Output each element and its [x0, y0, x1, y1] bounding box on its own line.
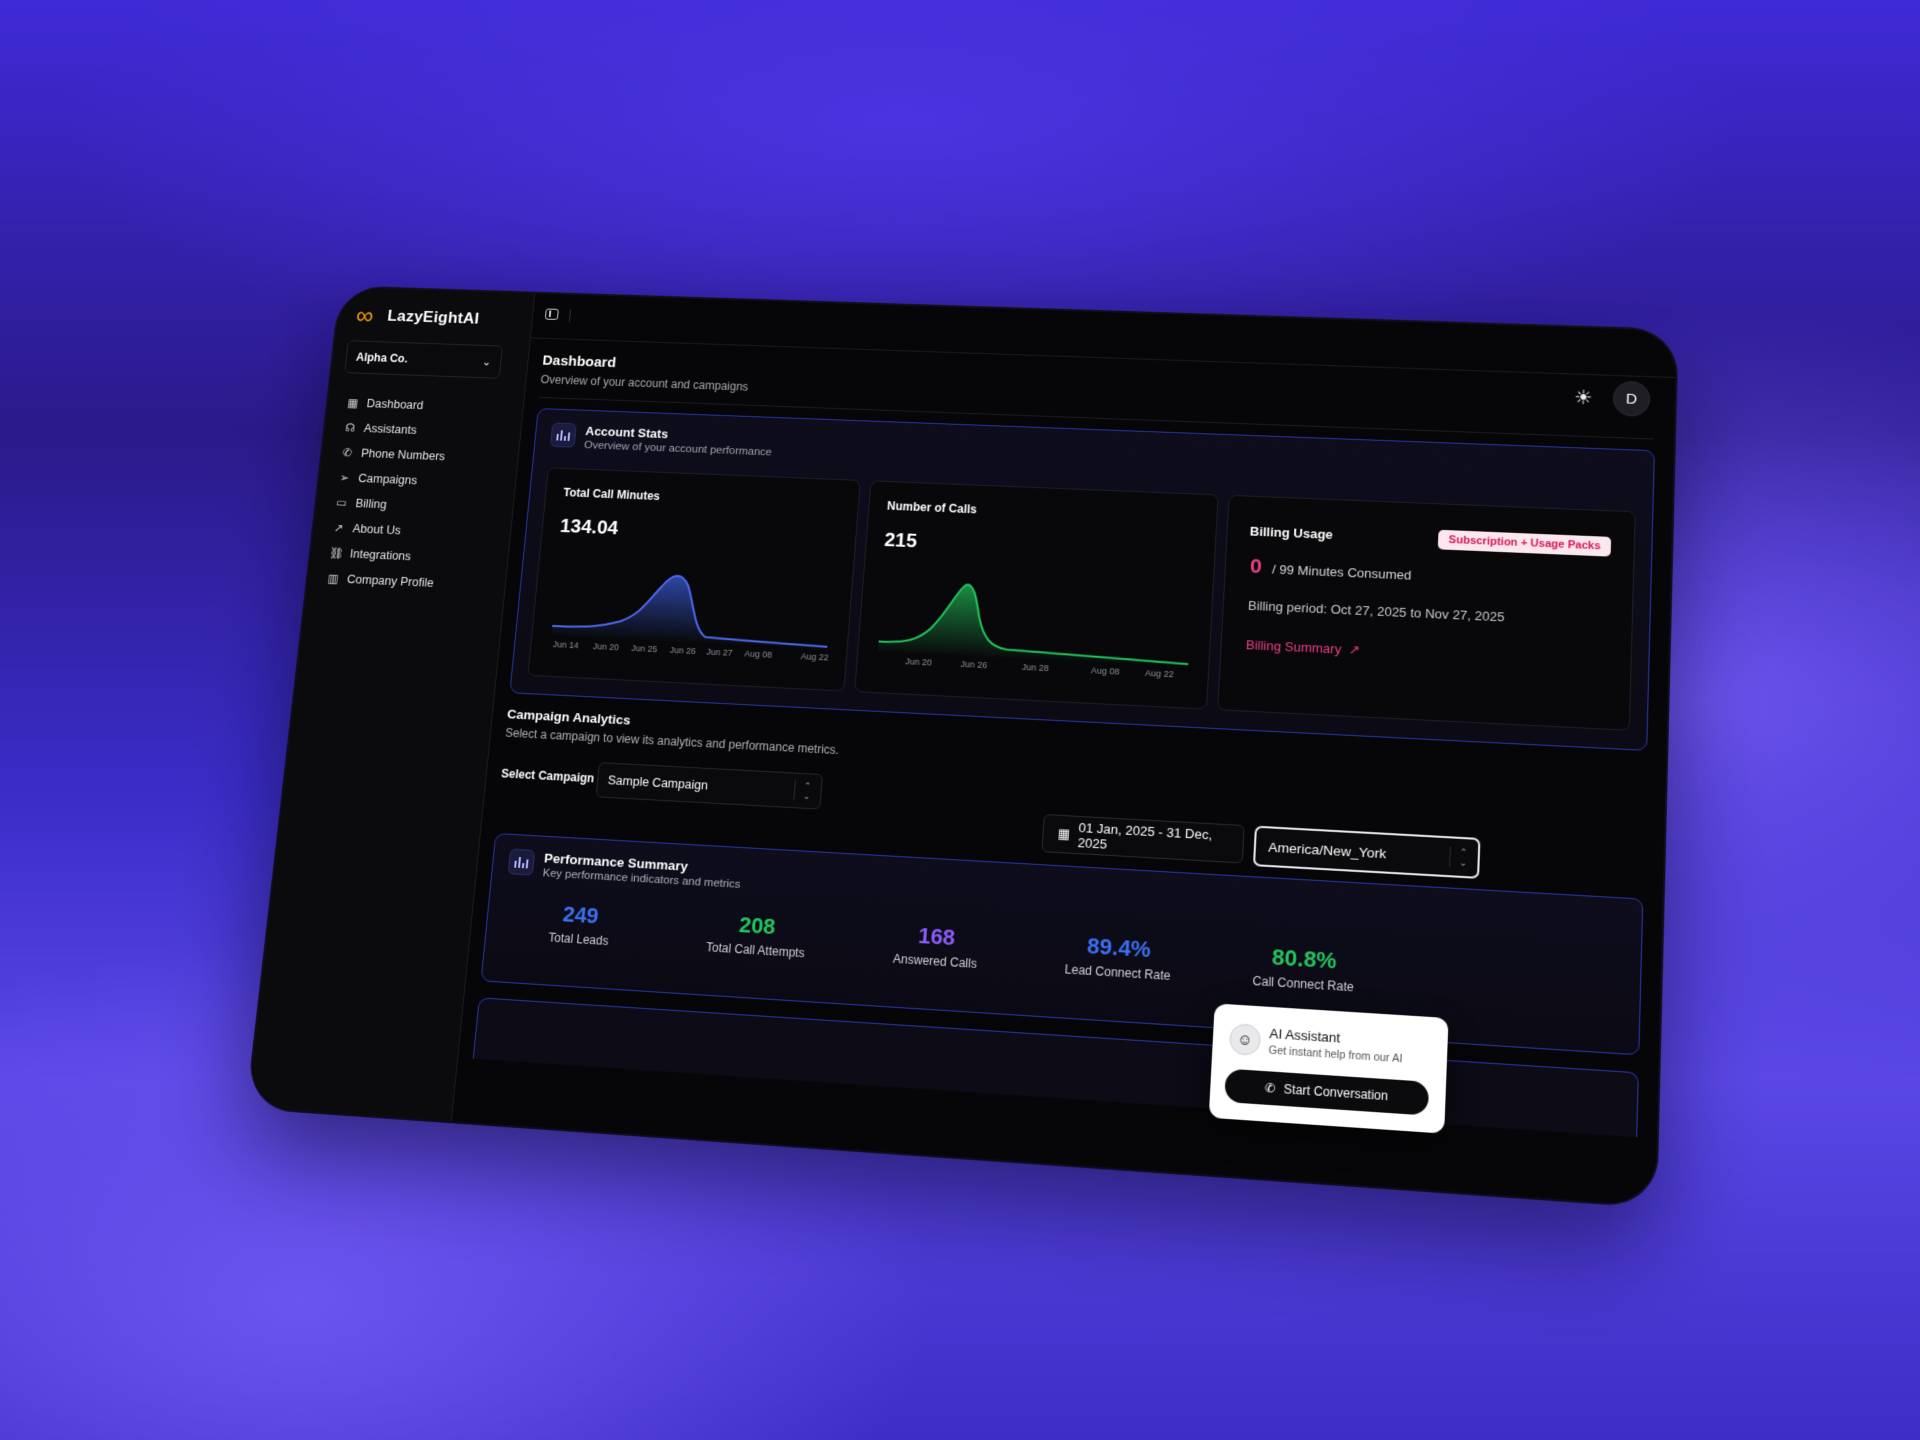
tick-label: Jun 20 — [904, 656, 933, 668]
date-range-picker[interactable]: ▦ 01 Jan, 2025 - 31 Dec, 2025 — [1041, 813, 1245, 864]
tick-label: Jun 27 — [705, 646, 733, 658]
campaign-analytics-subtitle: Select a campaign to view its analytics … — [504, 725, 840, 758]
phone-icon: ✆ — [1264, 1080, 1276, 1096]
arrow-up-right-icon: ↗ — [1344, 641, 1361, 658]
chevron-up-down-icon: ⌃ ⌄ — [793, 780, 812, 802]
metric-total-leads: 249 Total Leads — [495, 898, 665, 952]
headset-icon: ☊ — [344, 420, 356, 434]
sidebar-item-label: Company Profile — [346, 572, 435, 590]
account-stats-title: Account Stats — [584, 423, 669, 442]
tick-label: Jun 28 — [1021, 662, 1050, 674]
billing-summary-label: Billing Summary — [1245, 637, 1342, 657]
minutes-consumed-label: / 99 Minutes Consumed — [1271, 561, 1412, 583]
app-logo[interactable]: ∞ LazyEightAI — [354, 301, 481, 330]
assistant-avatar-icon: ☺ — [1228, 1023, 1262, 1057]
card-icon: ▭ — [335, 495, 348, 510]
arrow-up-right-icon: ↗ — [333, 520, 345, 535]
timezone-select[interactable]: America/New_York ⌃ ⌄ — [1252, 825, 1481, 879]
bar-chart-icon — [549, 422, 577, 448]
app-window: ∞ LazyEightAI Alpha Co. ⌄ ▦ Dashboard ☊ … — [247, 287, 1677, 1207]
link-icon: ⛓ — [328, 545, 345, 560]
infinity-icon: ∞ — [354, 301, 375, 330]
metric-lead-connect-rate: 89.4% Lead Connect Rate — [1030, 930, 1206, 986]
org-selector[interactable]: Alpha Co. ⌄ — [344, 340, 503, 379]
sidebar-item-label: Phone Numbers — [360, 446, 446, 463]
page-subtitle: Overview of your account and campaigns — [540, 372, 749, 394]
grid-icon: ▦ — [346, 395, 359, 410]
tick-label: Aug 08 — [1090, 665, 1120, 677]
sidebar: ∞ LazyEightAI Alpha Co. ⌄ ▦ Dashboard ☊ … — [247, 287, 536, 1122]
chevron-up-down-icon: ⌃ ⌄ — [1449, 846, 1468, 868]
billing-usage-card: Billing Usage Subscription + Usage Packs… — [1217, 494, 1636, 731]
minutes-sparkline — [532, 551, 853, 652]
billing-period: Billing period: Oct 27, 2025 to Nov 27, … — [1247, 597, 1505, 625]
avatar-initial: D — [1625, 390, 1638, 408]
date-range-value: 01 Jan, 2025 - 31 Dec, 2025 — [1077, 819, 1213, 852]
metric-answered-calls: 168 Answered Calls — [849, 919, 1023, 974]
divider — [568, 309, 572, 323]
sidebar-item-label: About Us — [352, 521, 402, 537]
sidebar-nav: ▦ Dashboard ☊ Assistants ✆ Phone Numbers… — [325, 390, 505, 598]
tick-label: Jun 25 — [630, 643, 658, 655]
send-icon: ➢ — [339, 470, 350, 484]
metric-call-connect-rate: 80.8% Call Connect Rate — [1215, 941, 1394, 997]
calls-area — [877, 580, 1193, 667]
total-call-minutes-card: Total Call Minutes 134.04 Jun 14 Jun 20 — [527, 467, 861, 692]
sidebar-item-label: Assistants — [363, 421, 418, 437]
minutes-area — [551, 570, 833, 649]
campaign-select[interactable]: Sample Campaign ⌃ ⌄ — [595, 762, 824, 810]
phone-icon: ✆ — [341, 445, 353, 459]
card-label: Number of Calls — [886, 499, 978, 517]
page-title: Dashboard — [541, 352, 617, 371]
metric-total-call-attempts: 208 Total Call Attempts — [671, 908, 843, 962]
billing-summary-link[interactable]: Billing Summary ↗ — [1246, 637, 1361, 658]
start-conversation-button[interactable]: ✆ Start Conversation — [1224, 1068, 1430, 1116]
assistant-title: AI Assistant — [1269, 1025, 1341, 1046]
sidebar-item-label: Dashboard — [366, 396, 424, 412]
calls-sparkline — [858, 565, 1213, 669]
select-campaign-label: Select Campaign — [500, 766, 595, 786]
account-stats-panel: Account Stats Overview of your account p… — [509, 408, 1655, 751]
card-value: 134.04 — [559, 515, 620, 540]
campaign-analytics-title: Campaign Analytics — [506, 706, 632, 728]
number-of-calls-card: Number of Calls 215 Jun 20 Jun 26 Jun 28… — [854, 480, 1219, 710]
tick-label: Jun 20 — [592, 641, 620, 653]
sidebar-item-label: Campaigns — [357, 471, 418, 487]
tick-label: Aug 08 — [743, 648, 773, 660]
timezone-value: America/New_York — [1267, 839, 1387, 861]
ai-assistant-widget: ☺ AI Assistant Get instant help from our… — [1208, 1003, 1449, 1134]
minutes-consumed-value: 0 — [1249, 555, 1263, 578]
assistant-subtitle: Get instant help from our AI — [1268, 1044, 1403, 1066]
account-stats-subtitle: Overview of your account performance — [583, 439, 773, 459]
card-label: Total Call Minutes — [562, 485, 661, 503]
sidebar-toggle-icon[interactable] — [544, 308, 559, 320]
start-conversation-label: Start Conversation — [1283, 1081, 1389, 1104]
sidebar-item-label: Integrations — [349, 546, 412, 563]
user-avatar[interactable]: D — [1612, 380, 1651, 417]
org-name: Alpha Co. — [355, 350, 409, 366]
calendar-icon: ▦ — [1057, 825, 1071, 842]
tick-label: Jun 14 — [552, 639, 580, 651]
tick-label: Jun 26 — [960, 659, 988, 671]
plan-badge: Subscription + Usage Packs — [1438, 529, 1612, 557]
app-name: LazyEightAI — [386, 306, 481, 328]
campaign-select-value: Sample Campaign — [607, 773, 709, 793]
sun-icon[interactable]: ☀ — [1574, 385, 1593, 410]
tick-label: Jun 26 — [669, 645, 697, 656]
bar-chart-icon — [507, 848, 536, 876]
chevron-down-icon: ⌄ — [481, 356, 492, 368]
billing-usage-title: Billing Usage — [1249, 523, 1334, 542]
building-icon: ▥ — [327, 571, 340, 585]
card-value: 215 — [883, 529, 918, 553]
sidebar-item-label: Billing — [354, 496, 388, 511]
tick-label: Aug 22 — [1144, 667, 1175, 680]
tick-label: Aug 22 — [800, 651, 829, 663]
top-bar — [529, 293, 1677, 379]
